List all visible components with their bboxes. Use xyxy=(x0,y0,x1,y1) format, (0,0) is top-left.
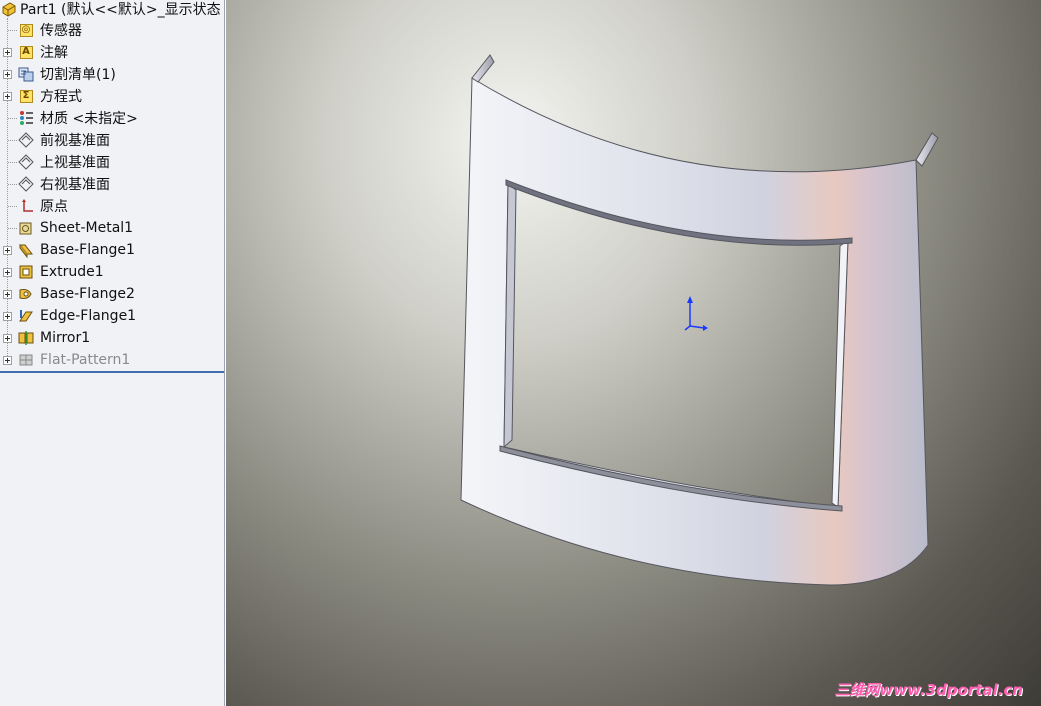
expand-icon[interactable] xyxy=(3,333,12,343)
tree-item-label: Base-Flange2 xyxy=(40,286,135,302)
tree-item-right-plane[interactable]: 右视基准面 xyxy=(0,173,224,195)
sheet-metal-model[interactable] xyxy=(226,0,1041,706)
edge-flange-icon xyxy=(18,308,34,324)
part-icon xyxy=(1,1,17,17)
tree-item-label: Extrude1 xyxy=(40,264,104,280)
tree-item-label: 传感器 xyxy=(40,23,82,39)
flat-pattern-icon xyxy=(18,352,34,368)
tree-item-base-flange2[interactable]: Base-Flange2 xyxy=(0,283,224,305)
expand-icon[interactable] xyxy=(3,289,12,299)
origin-triad xyxy=(684,296,708,331)
tree-item-label: 右视基准面 xyxy=(40,177,110,193)
sheet-metal-icon xyxy=(18,220,34,236)
tree-item-label: Mirror1 xyxy=(40,330,91,346)
tree-item-origin[interactable]: 原点 xyxy=(0,195,224,217)
curved-panel xyxy=(460,77,929,586)
mirror-icon xyxy=(18,330,34,346)
tree-item-mirror1[interactable]: Mirror1 xyxy=(0,327,224,349)
expand-icon[interactable] xyxy=(3,311,12,321)
origin-icon xyxy=(18,198,34,214)
tree-item-sensors[interactable]: ◎ 传感器 xyxy=(0,19,224,41)
tree-item-cut-list[interactable]: 切割清单(1) xyxy=(0,63,224,85)
base-flange-icon xyxy=(18,242,34,258)
tree-item-base-flange1[interactable]: Base-Flange1 xyxy=(0,239,224,261)
plane-icon xyxy=(18,154,34,170)
material-icon xyxy=(18,110,34,126)
tree-item-label: Sheet-Metal1 xyxy=(40,220,134,236)
expand-icon[interactable] xyxy=(3,245,12,255)
tree-item-label: 前视基准面 xyxy=(40,133,110,149)
tree-item-extrude1[interactable]: Extrude1 xyxy=(0,261,224,283)
base-flange-icon xyxy=(18,286,34,302)
graphics-viewport[interactable]: 三维网www.3dportal.cn xyxy=(226,0,1041,706)
tree-item-flat-pattern1[interactable]: Flat-Pattern1 xyxy=(0,349,224,371)
tree-item-material[interactable]: 材质 <未指定> xyxy=(0,107,224,129)
annotation-icon: A xyxy=(18,44,34,60)
rollback-bar[interactable] xyxy=(0,371,224,373)
tree-item-front-plane[interactable]: 前视基准面 xyxy=(0,129,224,151)
expand-icon[interactable] xyxy=(3,355,12,365)
tree-item-top-plane[interactable]: 上视基准面 xyxy=(0,151,224,173)
tree-item-label: 原点 xyxy=(40,199,68,215)
feature-manager-tree: Part1 (默认<<默认>_显示状态 ◎ 传感器 A 注解 切割清单(1) Σ… xyxy=(0,0,225,706)
watermark-text: 三维网www.3dportal.cn xyxy=(834,681,1023,699)
cut-list-icon xyxy=(18,66,34,82)
tree-item-equations[interactable]: Σ 方程式 xyxy=(0,85,224,107)
expand-icon[interactable] xyxy=(3,91,12,101)
tree-item-label: 切割清单(1) xyxy=(40,67,116,83)
tree-item-label: Edge-Flange1 xyxy=(40,308,137,324)
tree-item-label: 方程式 xyxy=(40,89,82,105)
tree-item-label: 材质 <未指定> xyxy=(40,111,138,127)
expand-icon[interactable] xyxy=(3,69,12,79)
expand-icon[interactable] xyxy=(3,47,12,57)
tree-item-label: Base-Flange1 xyxy=(40,242,135,258)
tree-item-edge-flange1[interactable]: Edge-Flange1 xyxy=(0,305,224,327)
tree-item-label: 上视基准面 xyxy=(40,155,110,171)
expand-icon[interactable] xyxy=(3,267,12,277)
top-right-flange xyxy=(915,132,939,167)
plane-icon xyxy=(18,176,34,192)
equation-icon: Σ xyxy=(18,88,34,104)
sensor-icon: ◎ xyxy=(18,22,34,38)
top-flange xyxy=(471,54,495,83)
part-root-label: Part1 (默认<<默认>_显示状态 xyxy=(20,2,221,18)
tree-item-sheet-metal1[interactable]: Sheet-Metal1 xyxy=(0,217,224,239)
tree-item-label: Flat-Pattern1 xyxy=(40,352,131,368)
plane-icon xyxy=(18,132,34,148)
tree-item-annotations[interactable]: A 注解 xyxy=(0,41,224,63)
tree-item-label: 注解 xyxy=(40,45,68,61)
extrude-cut-icon xyxy=(18,264,34,280)
tree-root-part[interactable]: Part1 (默认<<默认>_显示状态 xyxy=(0,0,224,20)
